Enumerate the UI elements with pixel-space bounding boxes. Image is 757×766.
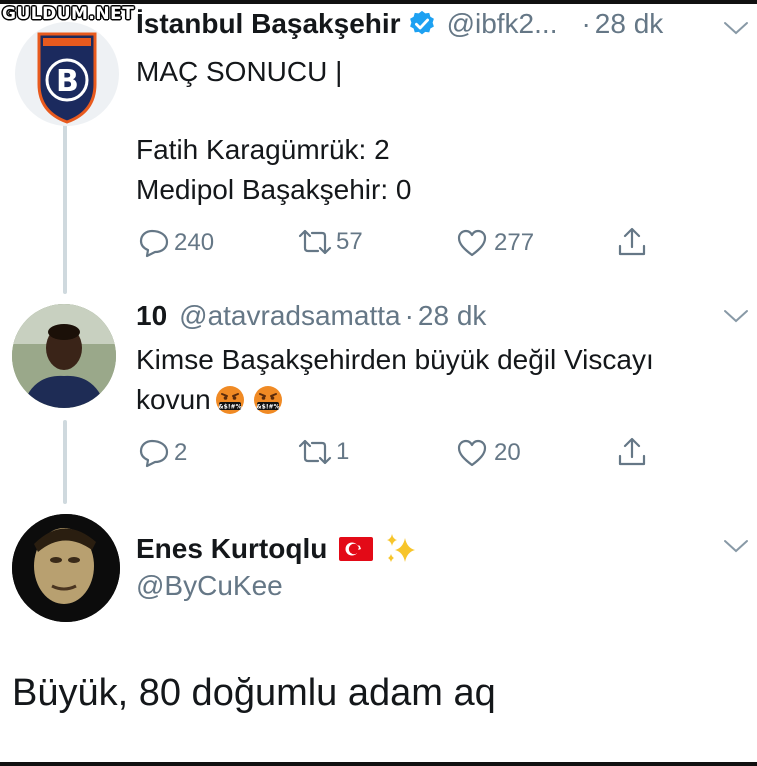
sparkles-icon: [387, 534, 416, 562]
share-icon: [618, 227, 646, 256]
avatar-basaksehir[interactable]: B: [15, 22, 119, 126]
author-handle[interactable]: @ByCuKee: [136, 570, 283, 602]
retweet-button[interactable]: 1: [296, 438, 349, 466]
share-button[interactable]: [616, 226, 648, 258]
retweet-count: 57: [336, 228, 363, 255]
heart-icon: [457, 439, 487, 467]
author-handle[interactable]: @atavradsamatta: [179, 300, 400, 332]
reply-icon: [139, 229, 169, 258]
like-button[interactable]: 277: [456, 228, 534, 258]
reply-count: 2: [174, 439, 188, 466]
avatar-atavradsamatta[interactable]: [12, 304, 116, 408]
retweet-count: 1: [336, 438, 350, 465]
retweet-icon: [298, 229, 332, 255]
chevron-down-icon[interactable]: [723, 308, 749, 324]
author-handle[interactable]: @ibfk2...: [447, 8, 558, 40]
tweet-header: 10 @atavradsamatta · 28 dk: [136, 300, 486, 332]
emoji-face: &$!#%: [253, 386, 282, 414]
reply-icon: [139, 439, 169, 468]
author-name[interactable]: 10: [136, 300, 167, 332]
tweet-header: Enes Kurtoqlu: [136, 530, 421, 568]
bottom-border: [0, 762, 757, 766]
like-button[interactable]: 20: [456, 438, 521, 468]
share-icon: [618, 437, 646, 466]
handle-row: @ByCuKee: [136, 570, 283, 602]
tweet-text-line: MAÇ SONUCU |: [136, 56, 343, 87]
timestamp[interactable]: 28 dk: [418, 300, 487, 332]
turkish-flag-icon: [339, 537, 374, 561]
reply-button[interactable]: 2: [138, 438, 187, 468]
tweet-text-line: kovun &$!#% &$!#%: [136, 380, 283, 420]
tweet-header: İstanbul Başakşehir @ibfk2... · 28 dk: [136, 8, 663, 40]
tweet-text-word: kovun: [136, 384, 211, 415]
retweet-button[interactable]: 57: [296, 228, 363, 256]
reply-text: Büyük, 80 doğumlu adam aq: [12, 672, 496, 714]
tweet-text-line: Kimse Başakşehirden büyük değil Viscayı: [136, 344, 654, 375]
heart-icon: [457, 229, 487, 257]
crest-letter: B: [56, 64, 79, 99]
author-name[interactable]: İstanbul Başakşehir: [136, 8, 401, 40]
separator-dot: ·: [404, 300, 414, 331]
like-count: 277: [494, 229, 535, 256]
reply-button[interactable]: 240: [138, 228, 214, 258]
author-name[interactable]: Enes Kurtoqlu: [136, 533, 327, 565]
profile-photo: [12, 514, 120, 622]
tweet-text-line: Fatih Karagümrük: 2: [136, 134, 390, 165]
reply-count: 240: [174, 229, 215, 256]
emoji-symbols: &$!#%: [256, 404, 279, 411]
tweet-text-line: Medipol Başakşehir: 0: [136, 174, 412, 205]
timestamp[interactable]: 28 dk: [595, 8, 664, 40]
thread-line: [63, 420, 67, 504]
cursing-face-emoji-icon: &$!#%: [215, 385, 245, 415]
emoji-symbols: &$!#%: [218, 404, 241, 411]
share-button[interactable]: [616, 436, 648, 468]
profile-photo: [12, 304, 116, 408]
chevron-down-icon[interactable]: [723, 20, 749, 36]
like-count: 20: [494, 439, 521, 466]
retweet-icon: [298, 439, 332, 465]
avatar-bycukee[interactable]: [12, 514, 120, 622]
emoji-face: &$!#%: [215, 386, 244, 414]
watermark: GULDUM.NET: [2, 4, 135, 24]
cursing-face-emoji-icon: &$!#%: [253, 385, 283, 415]
thread-line: [63, 120, 67, 294]
separator-dot: ·: [581, 8, 591, 39]
chevron-down-icon[interactable]: [723, 538, 749, 554]
verified-badge-icon: [409, 10, 434, 35]
